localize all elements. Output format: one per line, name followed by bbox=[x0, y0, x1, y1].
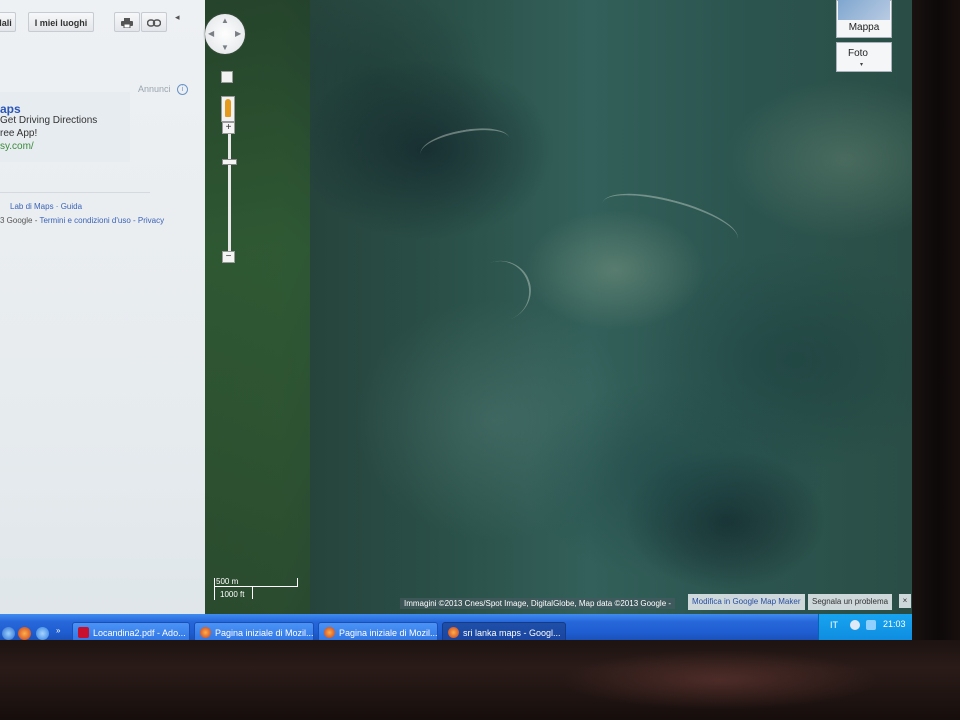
ad-url[interactable]: sy.com/ bbox=[0, 141, 34, 152]
separator: - bbox=[130, 216, 138, 225]
quicklaunch-more-icon[interactable]: » bbox=[56, 626, 60, 635]
footer-links[interactable]: Lab di Maps · Guida bbox=[10, 202, 82, 211]
taskbar-item[interactable]: Pagina iniziale di Mozil... bbox=[194, 622, 314, 640]
scale-tick bbox=[214, 578, 215, 600]
link-button[interactable] bbox=[141, 12, 167, 32]
print-button[interactable] bbox=[114, 12, 140, 32]
clock[interactable]: 21:03 bbox=[883, 619, 906, 629]
scale-imperial: 1000 ft bbox=[220, 590, 245, 599]
pegman-icon[interactable] bbox=[225, 99, 231, 117]
taskbar-item-active[interactable]: sri lanka maps - Googl... bbox=[442, 622, 566, 640]
map-forest-strip bbox=[195, 0, 310, 622]
firefox-icon bbox=[324, 627, 335, 638]
taskbar-item-label: Locandina2.pdf - Ado... bbox=[93, 628, 186, 638]
footer-legal: 3 Google - Termini e condizioni d'uso - … bbox=[0, 216, 164, 225]
firefox-icon[interactable] bbox=[18, 627, 31, 640]
link-icon bbox=[146, 19, 162, 27]
zoom-reset-button[interactable] bbox=[221, 71, 233, 83]
desk-reflection bbox=[560, 650, 880, 710]
pan-up-icon[interactable]: ▲ bbox=[221, 16, 229, 25]
language-indicator[interactable]: IT bbox=[830, 620, 838, 630]
taskbar-item-label: sri lanka maps - Googl... bbox=[463, 628, 561, 638]
details-button[interactable]: dali bbox=[0, 12, 16, 32]
zoom-out-button[interactable]: − bbox=[222, 251, 235, 263]
divider bbox=[0, 192, 150, 193]
copyright-text: 3 Google - bbox=[0, 216, 40, 225]
volume-icon[interactable] bbox=[866, 620, 876, 630]
firefox-icon bbox=[200, 627, 211, 638]
map-type-label: Mappa bbox=[848, 22, 880, 33]
map-attribution: Immagini ©2013 Cnes/Spot Image, DigitalG… bbox=[400, 598, 676, 609]
taskbar-item-label: Pagina iniziale di Mozil... bbox=[339, 628, 438, 638]
zoom-slider-track[interactable] bbox=[228, 134, 231, 252]
network-icon[interactable] bbox=[850, 620, 860, 630]
chevron-down-icon: ▾ bbox=[860, 62, 864, 68]
privacy-link[interactable]: Privacy bbox=[138, 216, 164, 225]
scale-line bbox=[214, 586, 298, 587]
pan-control[interactable]: ▲ ▼ ◀ ▶ bbox=[205, 14, 245, 54]
pdf-icon bbox=[78, 627, 89, 638]
pan-left-icon[interactable]: ◀ bbox=[208, 29, 214, 38]
internet-explorer-icon[interactable] bbox=[36, 627, 49, 640]
screen: dali I miei luoghi ◂ Annunci i aps Get D… bbox=[0, 0, 912, 640]
collapse-panel-icon[interactable]: ◂ bbox=[175, 12, 180, 23]
edit-in-mapmaker-link[interactable]: Modifica in Google Map Maker bbox=[688, 594, 805, 610]
taskbar-item[interactable]: Pagina iniziale di Mozil... bbox=[318, 622, 438, 640]
ads-label: Annunci bbox=[138, 84, 171, 94]
ad-title-link[interactable]: aps bbox=[0, 102, 21, 116]
photos-label: Foto bbox=[847, 48, 868, 59]
map-thumbnail[interactable] bbox=[838, 0, 890, 20]
scale-metric: 500 m bbox=[216, 577, 239, 586]
zoom-in-button[interactable]: + bbox=[222, 122, 235, 134]
zoom-slider-handle[interactable] bbox=[222, 159, 237, 165]
printer-icon bbox=[121, 18, 133, 29]
ad-text: Get Driving Directions bbox=[0, 115, 98, 126]
taskbar-item[interactable]: Locandina2.pdf - Ado... bbox=[72, 622, 190, 640]
taskbar-item-label: Pagina iniziale di Mozil... bbox=[215, 628, 314, 638]
firefox-icon bbox=[448, 627, 459, 638]
ad-text: ree App! bbox=[0, 128, 38, 139]
close-icon[interactable]: × bbox=[899, 594, 911, 608]
terms-link[interactable]: Termini e condizioni d'uso bbox=[39, 216, 130, 225]
report-problem-link[interactable]: Segnala un problema bbox=[808, 594, 893, 610]
my-places-button[interactable]: I miei luoghi bbox=[28, 12, 94, 32]
pan-right-icon[interactable]: ▶ bbox=[235, 29, 241, 38]
info-icon[interactable]: i bbox=[177, 84, 188, 95]
scale-tick bbox=[252, 587, 253, 599]
show-desktop-icon[interactable] bbox=[2, 627, 15, 640]
monitor-bezel bbox=[905, 0, 960, 640]
pan-down-icon[interactable]: ▼ bbox=[221, 43, 229, 52]
